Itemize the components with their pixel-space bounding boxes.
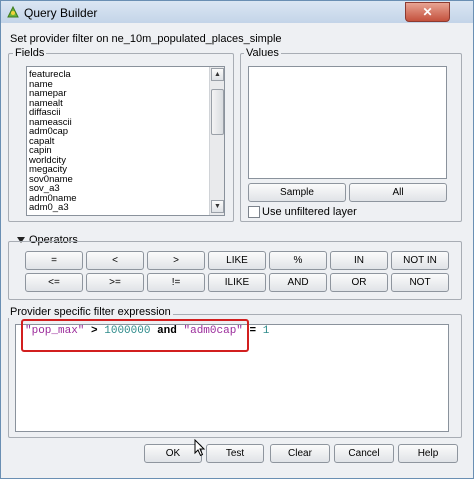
help-button[interactable]: Help [398, 444, 458, 463]
mouse-cursor-icon [194, 439, 206, 457]
op-greater-equal-button[interactable]: >= [86, 273, 144, 292]
values-group-title: Values [244, 47, 281, 59]
op-and-button[interactable]: AND [269, 273, 327, 292]
op-like-button[interactable]: LIKE [208, 251, 266, 270]
op-greater-button[interactable]: > [147, 251, 205, 270]
fields-list[interactable]: featurecla name namepar namealt diffasci… [26, 66, 225, 216]
query-builder-window: Query Builder ✕ Set provider filter on n… [0, 0, 474, 479]
test-button[interactable]: Test [206, 444, 264, 463]
expression-group-title: Provider specific filter expression [8, 306, 173, 318]
op-in-button[interactable]: IN [330, 251, 388, 270]
all-button[interactable]: All [349, 183, 447, 202]
op-percent-button[interactable]: % [269, 251, 327, 270]
fields-group-title: Fields [13, 47, 47, 59]
scroll-down-icon[interactable]: ▼ [211, 200, 224, 213]
op-not-button[interactable]: NOT [391, 273, 449, 292]
op-less-equal-button[interactable]: <= [25, 273, 83, 292]
window-title: Query Builder [24, 6, 98, 20]
op-less-button[interactable]: < [86, 251, 144, 270]
clear-button[interactable]: Clear [270, 444, 330, 463]
scroll-thumb[interactable] [211, 89, 224, 135]
annotation-highlight-box [21, 319, 249, 352]
title-bar[interactable]: Query Builder ✕ [1, 1, 473, 23]
op-equals-button[interactable]: = [25, 251, 83, 270]
op-or-button[interactable]: OR [330, 273, 388, 292]
close-window-button[interactable]: ✕ [405, 2, 450, 22]
scroll-up-icon[interactable]: ▲ [211, 68, 224, 81]
op-not-equal-button[interactable]: != [147, 273, 205, 292]
values-list[interactable] [248, 66, 447, 179]
op-not-in-button[interactable]: NOT IN [391, 251, 449, 270]
expr-value: 1 [262, 325, 270, 337]
provider-filter-header: Set provider filter on ne_10m_populated_… [10, 33, 282, 45]
op-ilike-button[interactable]: ILIKE [208, 273, 266, 292]
expr-operator: = [249, 325, 257, 337]
use-unfiltered-checkbox[interactable] [248, 206, 260, 218]
fields-scrollbar[interactable]: ▲ ▼ [209, 67, 224, 215]
list-item[interactable]: adm0_a3 [29, 203, 69, 213]
cancel-button[interactable]: Cancel [334, 444, 394, 463]
use-unfiltered-label: Use unfiltered layer [262, 206, 357, 218]
qgis-app-icon [7, 5, 19, 18]
sample-button[interactable]: Sample [248, 183, 346, 202]
